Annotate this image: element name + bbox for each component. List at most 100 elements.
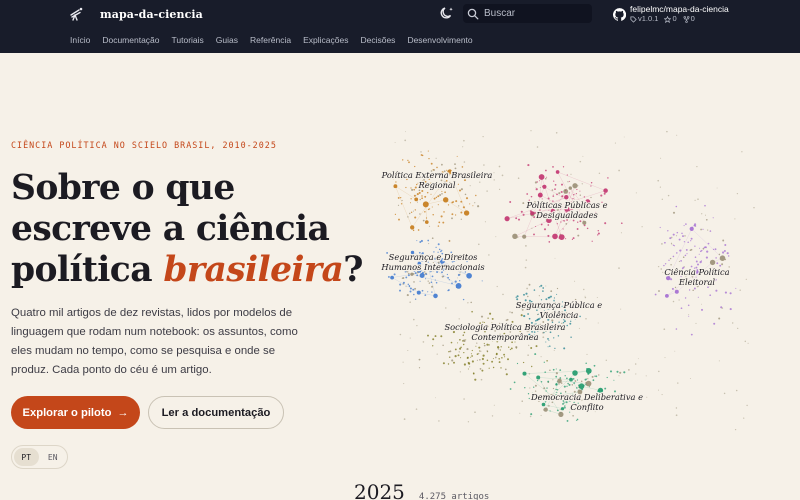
article-point[interactable] bbox=[687, 304, 690, 307]
article-point[interactable] bbox=[460, 218, 462, 220]
article-point[interactable] bbox=[693, 287, 696, 290]
article-point[interactable] bbox=[604, 387, 607, 390]
article-point[interactable] bbox=[442, 344, 444, 347]
article-point[interactable] bbox=[590, 185, 592, 187]
article-point[interactable] bbox=[507, 358, 509, 361]
article-point[interactable] bbox=[427, 334, 429, 337]
article-point[interactable] bbox=[498, 347, 500, 348]
article-point[interactable] bbox=[535, 188, 538, 191]
article-point[interactable] bbox=[531, 227, 533, 229]
article-point[interactable] bbox=[471, 349, 473, 352]
article-point[interactable] bbox=[478, 346, 481, 349]
search-box[interactable] bbox=[463, 4, 592, 23]
article-point[interactable] bbox=[545, 341, 547, 343]
article-point[interactable] bbox=[463, 210, 470, 216]
article-point[interactable] bbox=[661, 198, 663, 200]
article-point[interactable] bbox=[541, 402, 546, 407]
article-point[interactable] bbox=[547, 338, 549, 340]
article-point[interactable] bbox=[467, 361, 470, 364]
article-point[interactable] bbox=[400, 203, 403, 205]
article-point[interactable] bbox=[575, 193, 577, 195]
article-point[interactable] bbox=[416, 324, 418, 327]
github-repo-link[interactable]: felipelmc/mapa-da-ciencia v1.0.1 0 0 bbox=[613, 3, 729, 25]
article-point[interactable] bbox=[735, 389, 738, 392]
article-point[interactable] bbox=[527, 393, 530, 395]
article-point[interactable] bbox=[428, 157, 430, 160]
article-point[interactable] bbox=[418, 367, 421, 369]
article-point[interactable] bbox=[505, 373, 508, 376]
article-point[interactable] bbox=[462, 298, 465, 301]
article-point[interactable] bbox=[407, 272, 410, 275]
article-point[interactable] bbox=[551, 189, 554, 191]
article-point[interactable] bbox=[593, 364, 596, 367]
article-point[interactable] bbox=[470, 356, 472, 358]
article-point[interactable] bbox=[700, 260, 703, 262]
article-point[interactable] bbox=[634, 363, 637, 365]
article-point[interactable] bbox=[566, 419, 569, 422]
article-point[interactable] bbox=[688, 315, 690, 317]
article-point[interactable] bbox=[492, 366, 495, 369]
article-point[interactable] bbox=[500, 346, 502, 348]
article-point[interactable] bbox=[531, 365, 533, 368]
article-point[interactable] bbox=[539, 180, 541, 182]
article-point[interactable] bbox=[476, 359, 478, 361]
article-point[interactable] bbox=[410, 225, 415, 230]
article-point[interactable] bbox=[415, 408, 418, 410]
article-point[interactable] bbox=[561, 195, 564, 198]
article-point[interactable] bbox=[481, 369, 484, 372]
article-point[interactable] bbox=[590, 196, 592, 199]
article-point[interactable] bbox=[715, 289, 718, 292]
article-point[interactable] bbox=[481, 280, 483, 282]
article-point[interactable] bbox=[731, 322, 734, 324]
article-point[interactable] bbox=[559, 369, 562, 371]
article-point[interactable] bbox=[442, 197, 449, 203]
article-point[interactable] bbox=[587, 378, 589, 380]
article-point[interactable] bbox=[463, 398, 465, 400]
article-point[interactable] bbox=[558, 234, 565, 241]
article-point[interactable] bbox=[685, 223, 687, 225]
article-point[interactable] bbox=[526, 193, 529, 195]
article-point[interactable] bbox=[441, 275, 444, 278]
article-point[interactable] bbox=[595, 375, 598, 378]
article-point[interactable] bbox=[548, 405, 550, 407]
article-point[interactable] bbox=[407, 283, 410, 286]
article-point[interactable] bbox=[480, 315, 484, 318]
article-point[interactable] bbox=[718, 317, 721, 320]
article-point[interactable] bbox=[724, 291, 727, 294]
article-point[interactable] bbox=[618, 169, 620, 172]
article-point[interactable] bbox=[543, 361, 545, 363]
article-point[interactable] bbox=[672, 244, 675, 246]
article-point[interactable] bbox=[581, 183, 583, 185]
article-point[interactable] bbox=[741, 151, 743, 153]
article-point[interactable] bbox=[560, 190, 563, 194]
article-point[interactable] bbox=[576, 184, 579, 187]
article-point[interactable] bbox=[470, 353, 472, 355]
article-point[interactable] bbox=[483, 342, 485, 345]
article-point[interactable] bbox=[706, 250, 709, 253]
article-point[interactable] bbox=[426, 191, 429, 194]
article-point[interactable] bbox=[592, 379, 595, 382]
article-point[interactable] bbox=[667, 230, 669, 232]
article-point[interactable] bbox=[407, 349, 409, 352]
article-point[interactable] bbox=[670, 278, 673, 281]
article-point[interactable] bbox=[476, 342, 478, 344]
article-point[interactable] bbox=[660, 268, 662, 270]
article-point[interactable] bbox=[479, 350, 481, 352]
article-point[interactable] bbox=[410, 198, 412, 200]
article-point[interactable] bbox=[696, 165, 698, 168]
article-point[interactable] bbox=[721, 263, 724, 266]
article-point[interactable] bbox=[461, 166, 464, 168]
article-point[interactable] bbox=[466, 348, 469, 351]
explore-pilot-button[interactable]: Explorar o piloto → bbox=[11, 396, 140, 429]
article-point[interactable] bbox=[516, 295, 519, 298]
article-point[interactable] bbox=[569, 322, 572, 325]
article-point[interactable] bbox=[746, 404, 748, 407]
article-point[interactable] bbox=[567, 181, 569, 183]
article-point[interactable] bbox=[707, 242, 710, 245]
article-point[interactable] bbox=[547, 380, 550, 383]
article-point[interactable] bbox=[500, 367, 502, 369]
article-point[interactable] bbox=[399, 283, 402, 286]
article-point[interactable] bbox=[700, 308, 704, 311]
article-point[interactable] bbox=[527, 313, 530, 315]
article-point[interactable] bbox=[454, 355, 457, 358]
